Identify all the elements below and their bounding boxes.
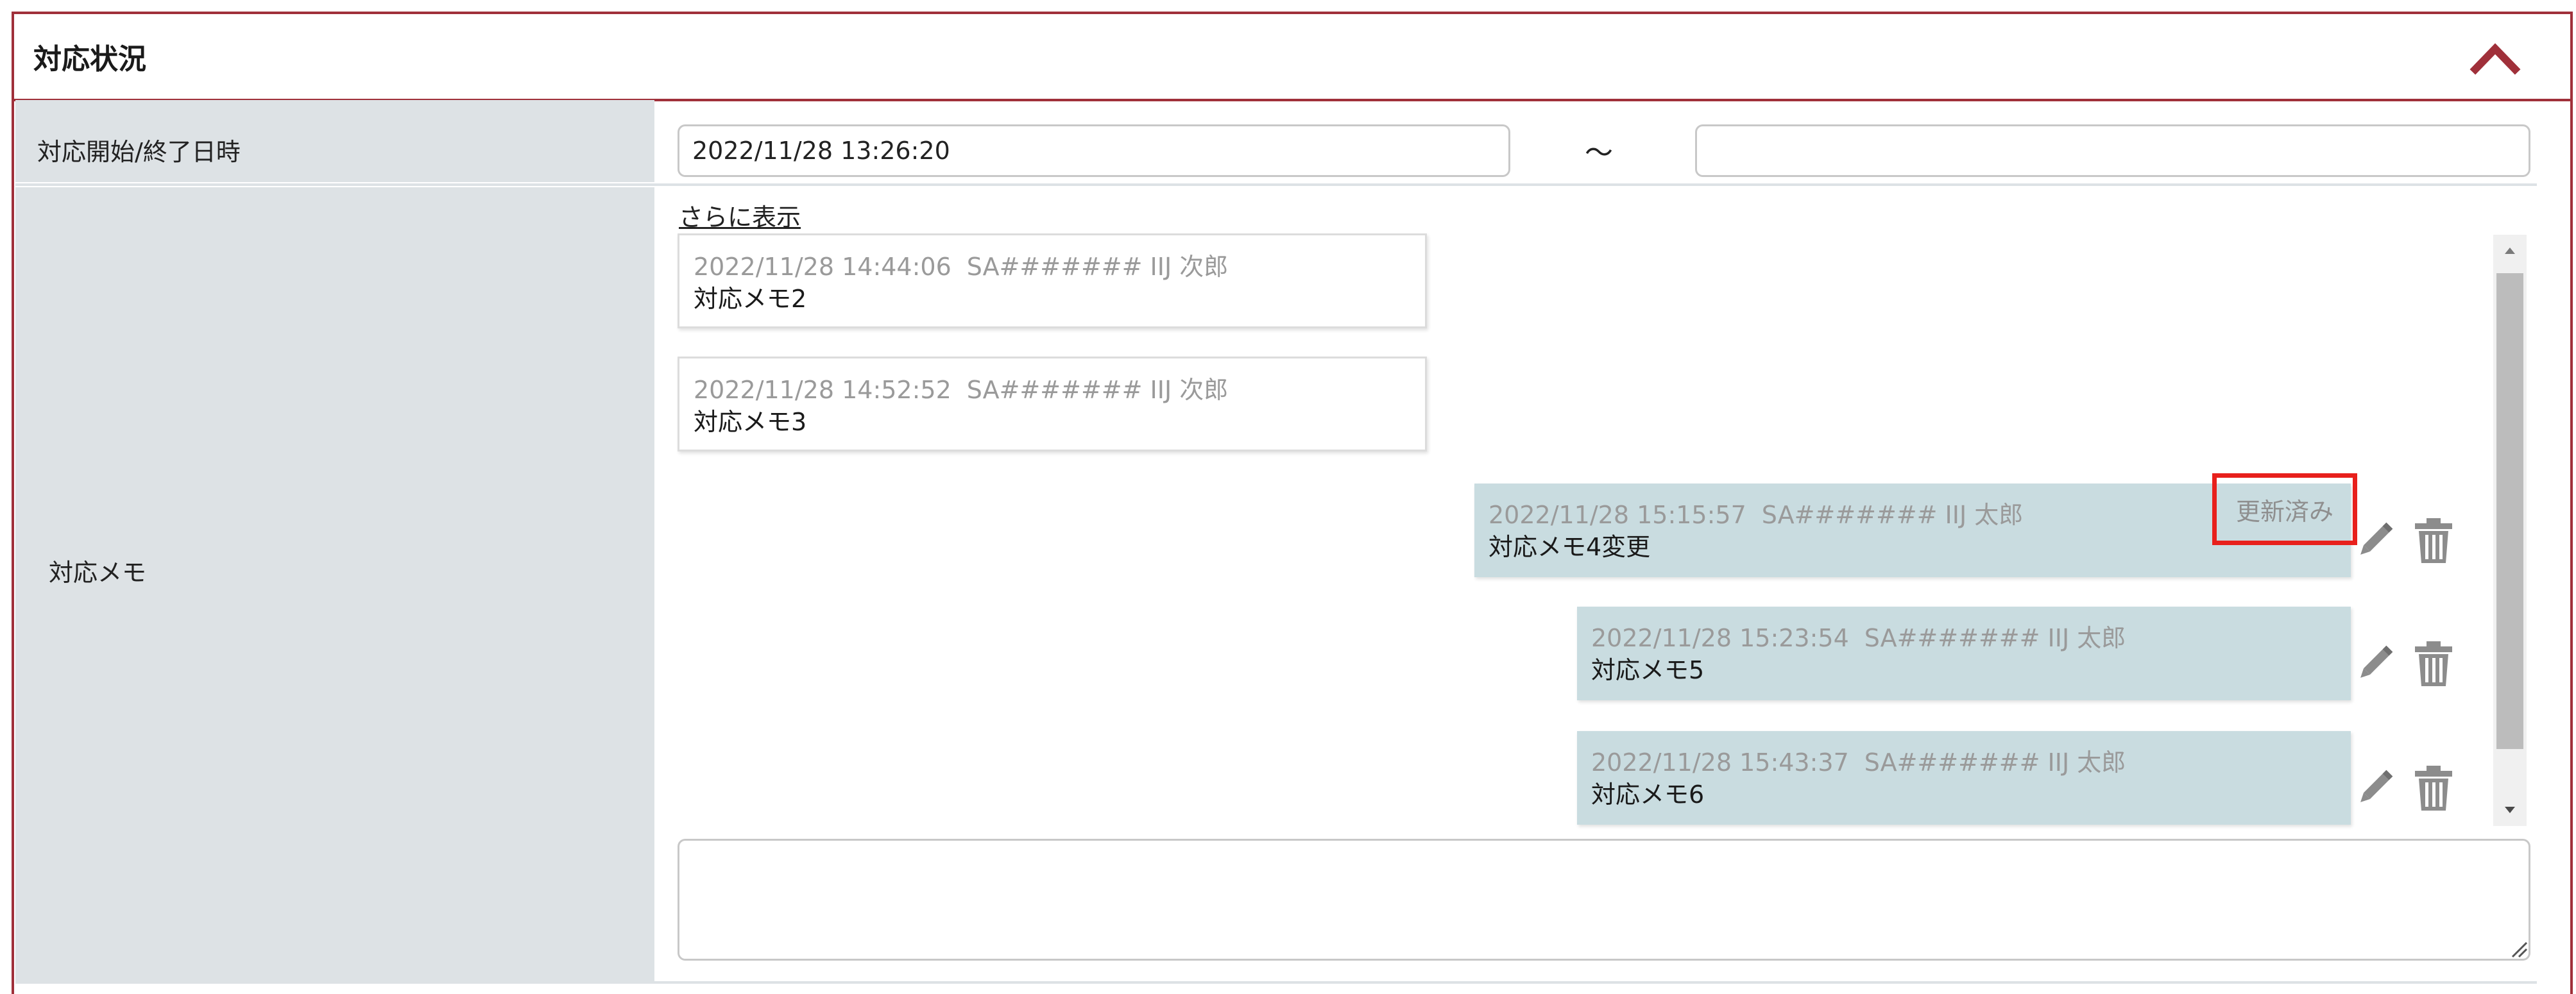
pencil-icon	[2360, 522, 2393, 555]
edit-memo-button[interactable]	[2352, 764, 2397, 812]
memo-timestamp: 2022/11/28 15:15:57	[1488, 501, 1746, 529]
period-separator: ～	[1585, 137, 1613, 169]
scroll-down-arrow[interactable]	[2493, 794, 2527, 826]
memo-item: 2022/11/28 14:52:52 SA####### IIJ 次郎 対応メモ…	[678, 357, 1427, 451]
scroll-up-arrow[interactable]	[2493, 235, 2527, 267]
memo-text: 対応メモ2	[694, 285, 807, 313]
memo-text: 対応メモ4変更	[1488, 533, 1651, 561]
memo-meta: 2022/11/28 15:15:57 SA####### IIJ 太郎	[1488, 495, 2023, 530]
memo-meta: 2022/11/28 15:23:54 SA####### IIJ 太郎	[1591, 618, 2126, 653]
memo-item: 2022/11/28 14:44:06 SA####### IIJ 次郎 対応メモ…	[678, 233, 1427, 328]
memo-label: 対応メモ	[15, 187, 654, 981]
delete-memo-button[interactable]	[2411, 640, 2456, 687]
show-more-link[interactable]: さらに表示	[679, 198, 801, 233]
row-divider	[15, 183, 2537, 186]
delete-memo-button[interactable]	[2411, 517, 2456, 564]
memo-timestamp: 2022/11/28 15:23:54	[1591, 624, 1849, 652]
edit-memo-button[interactable]	[2352, 640, 2397, 687]
triangle-down-icon	[2505, 807, 2515, 813]
memo-timestamp: 2022/11/28 15:43:37	[1591, 748, 1849, 777]
panel-header: 対応状況	[14, 14, 2570, 101]
panel-title: 対応状況	[33, 43, 146, 76]
memo-item-own: 2022/11/28 15:23:54 SA####### IIJ 太郎 対応メモ…	[1577, 607, 2351, 700]
start-datetime-input[interactable]: 2022/11/28 13:26:20	[678, 124, 1510, 177]
scroll-thumb[interactable]	[2496, 273, 2523, 749]
memo-text: 対応メモ5	[1591, 656, 1705, 684]
memo-author: SA####### IIJ 次郎	[966, 376, 1229, 404]
trash-icon	[2415, 518, 2452, 563]
updated-status-badge: 更新済み	[2212, 473, 2357, 545]
edit-memo-button[interactable]	[2352, 517, 2397, 564]
trash-icon	[2415, 766, 2452, 811]
memo-text: 対応メモ3	[694, 408, 807, 436]
triangle-up-icon	[2505, 248, 2515, 254]
end-datetime-input[interactable]	[1695, 124, 2530, 177]
memo-timestamp: 2022/11/28 14:44:06	[694, 253, 951, 281]
collapse-button[interactable]	[2466, 32, 2524, 83]
memo-timestamp: 2022/11/28 14:52:52	[694, 376, 951, 404]
memo-author: SA####### IIJ 太郎	[1761, 501, 2024, 529]
delete-memo-button[interactable]	[2411, 764, 2456, 812]
row-divider	[15, 981, 2537, 984]
memo-author: SA####### IIJ 太郎	[1864, 624, 2126, 652]
pencil-icon	[2360, 645, 2393, 678]
memo-author: SA####### IIJ 次郎	[966, 253, 1229, 281]
memo-author: SA####### IIJ 太郎	[1864, 748, 2126, 777]
memo-scrollbar[interactable]	[2493, 235, 2527, 826]
memo-meta: 2022/11/28 14:44:06 SA####### IIJ 次郎	[694, 247, 1228, 282]
pencil-icon	[2360, 770, 2393, 802]
memo-meta: 2022/11/28 15:43:37 SA####### IIJ 太郎	[1591, 743, 2126, 778]
memo-item-own: 2022/11/28 15:43:37 SA####### IIJ 太郎 対応メモ…	[1577, 731, 2351, 825]
period-label: 対応開始/終了日時	[15, 100, 654, 182]
chevron-up-icon	[2469, 43, 2521, 75]
memo-meta: 2022/11/28 14:52:52 SA####### IIJ 次郎	[694, 370, 1228, 405]
new-memo-textarea[interactable]	[678, 839, 2530, 961]
memo-text: 対応メモ6	[1591, 780, 1705, 809]
resize-grip-icon[interactable]	[2507, 938, 2528, 958]
trash-icon	[2415, 641, 2452, 686]
